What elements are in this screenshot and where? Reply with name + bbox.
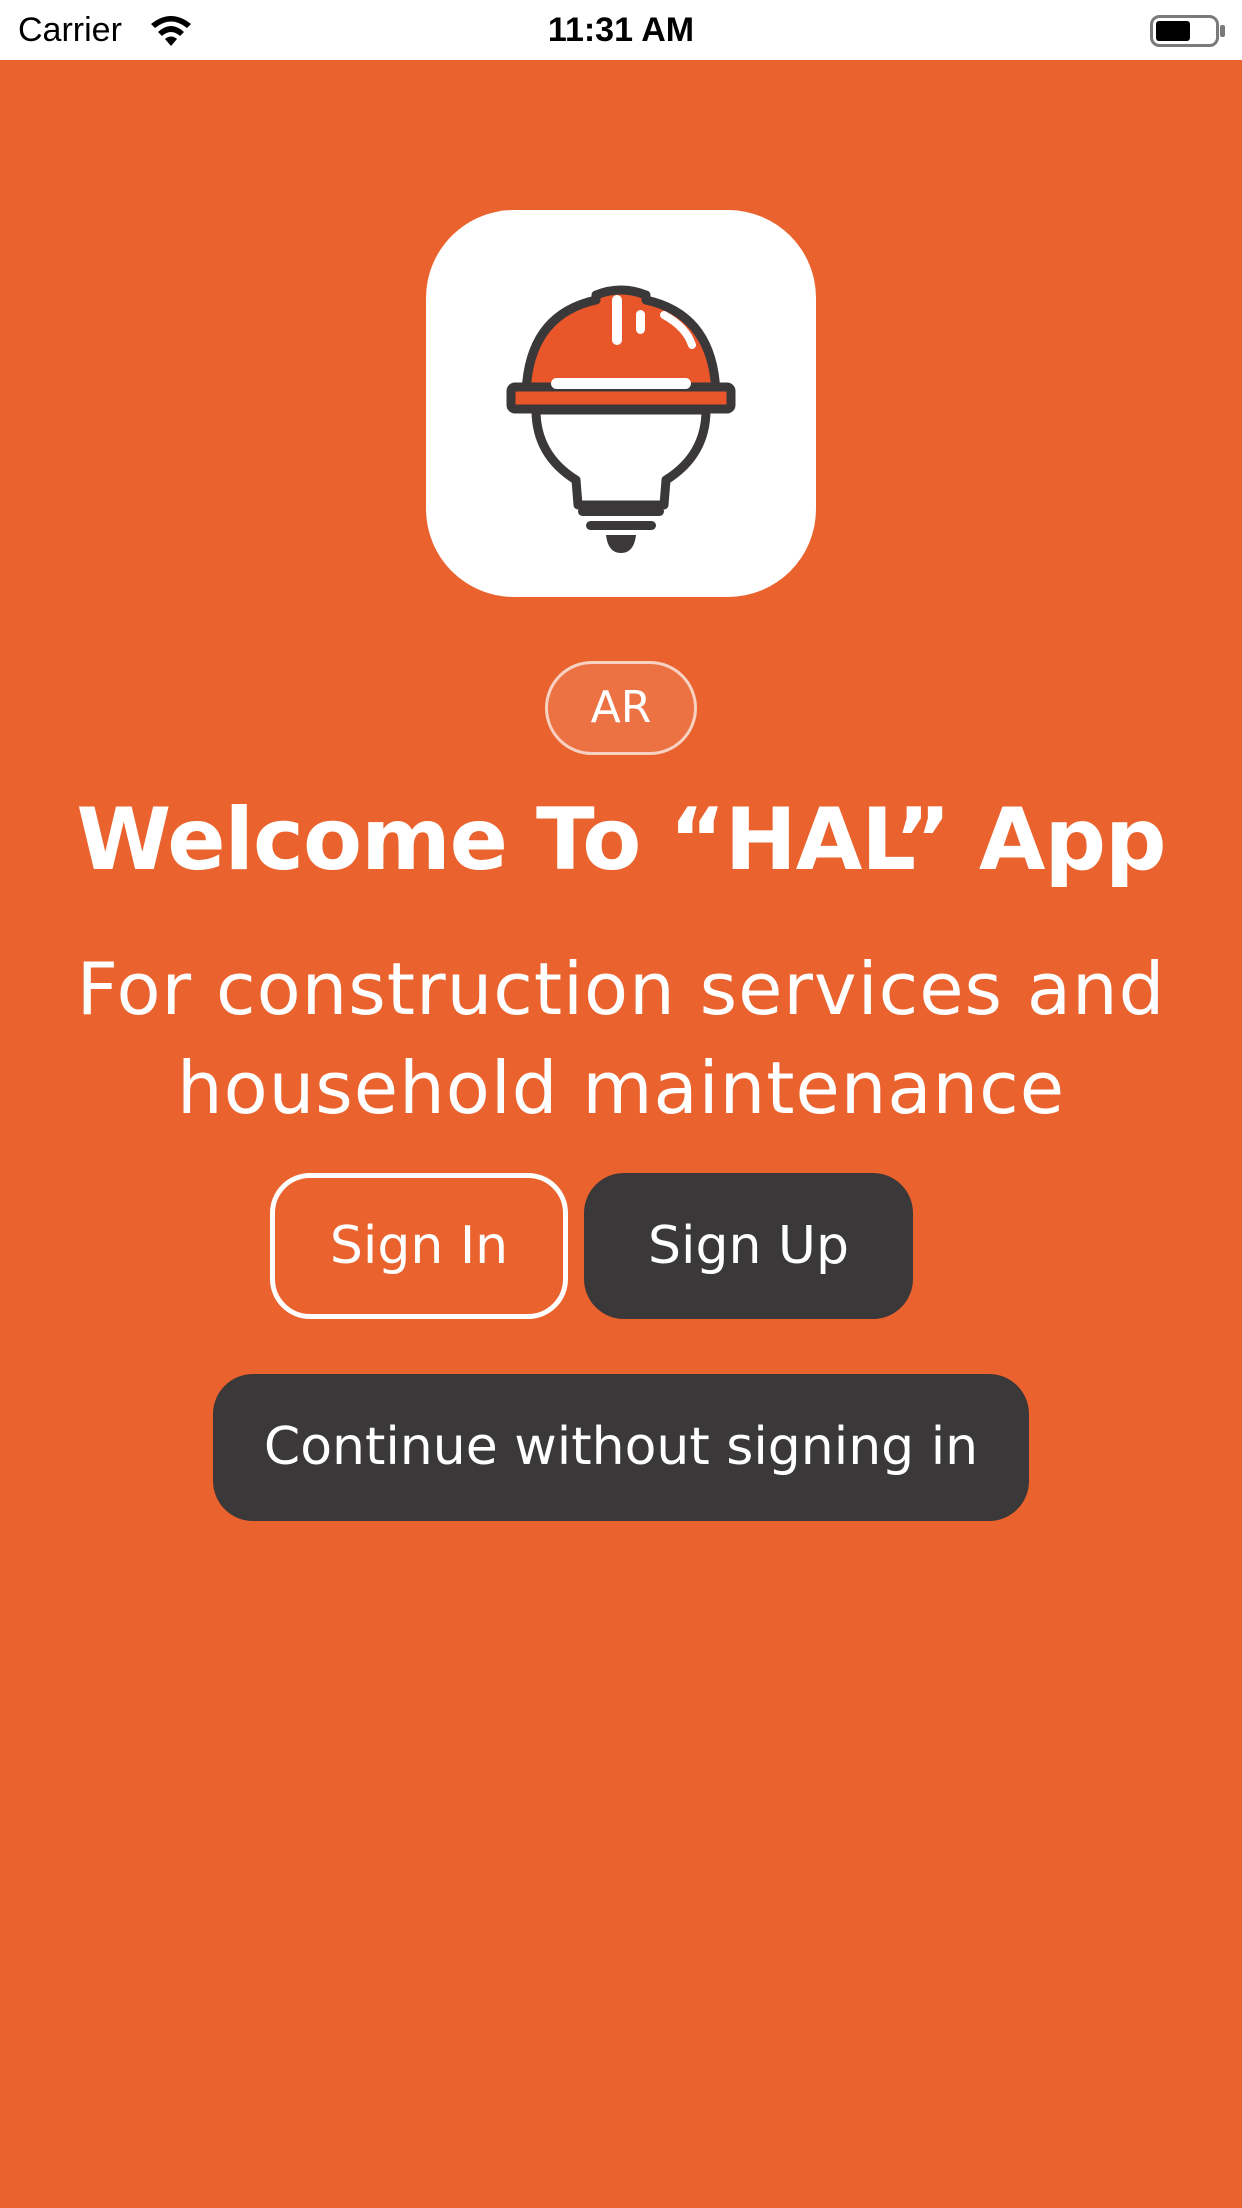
- continue-without-signin-button[interactable]: Continue without signing in: [213, 1374, 1029, 1521]
- clock: 11:31 AM: [547, 11, 695, 49]
- welcome-title: Welcome To “HAL” App: [76, 790, 1166, 890]
- status-bar: Carrier 11:31 AM: [0, 0, 1242, 60]
- hard-hat-lightbulb-icon: [506, 285, 736, 553]
- subtitle-line-1: For construction services and: [76, 947, 1166, 1031]
- language-toggle-button[interactable]: AR: [545, 661, 697, 755]
- subtitle-line-2: household maintenance: [176, 1046, 1066, 1130]
- sign-in-button[interactable]: Sign In: [270, 1173, 568, 1319]
- app-logo: [426, 210, 816, 597]
- welcome-subtitle: For construction services and household …: [40, 940, 1202, 1138]
- battery-icon: [1150, 15, 1225, 47]
- sign-up-button[interactable]: Sign Up: [584, 1173, 913, 1319]
